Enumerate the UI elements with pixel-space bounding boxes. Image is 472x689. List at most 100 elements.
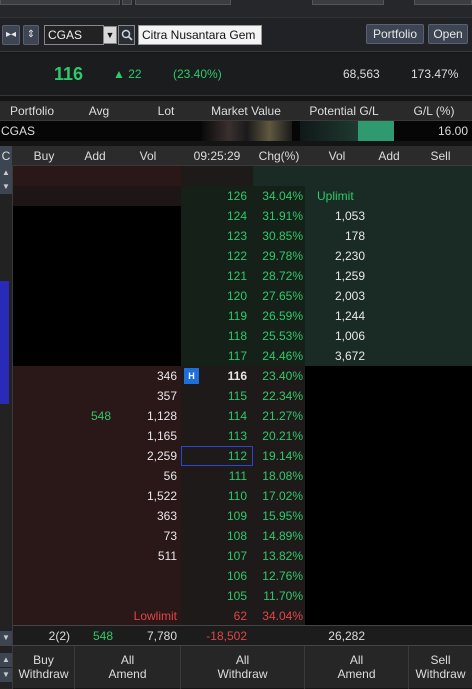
price-change: ▲ 22 xyxy=(113,67,142,81)
ask-cell xyxy=(409,166,472,186)
ask-vol-cell xyxy=(305,366,369,386)
portfolio-button[interactable]: Portfolio xyxy=(366,24,424,44)
btn-line: Withdraw xyxy=(415,667,466,681)
ask-vol-cell: 2,003 xyxy=(305,286,369,306)
pct-value: 173.47% xyxy=(411,67,459,81)
price-cell[interactable]: 119 xyxy=(181,306,253,326)
all-amend-buy-button[interactable]: All Amend xyxy=(75,646,181,689)
book-row[interactable]: 73 108 14.89% xyxy=(13,526,472,546)
open-button[interactable]: Open xyxy=(428,24,468,44)
buy-withdraw-button[interactable]: Buy Withdraw xyxy=(13,646,75,689)
chevron-down-icon[interactable]: ▼ xyxy=(103,26,117,44)
price-cell[interactable]: 105 xyxy=(181,586,253,606)
col-sell: Sell xyxy=(430,149,451,163)
col-portfolio: Portfolio xyxy=(9,104,55,118)
scroll-bottom-icon[interactable]: ▼ xyxy=(0,631,12,645)
book-row[interactable]: 363 109 15.95% xyxy=(13,506,472,526)
book-row[interactable]: 126 34.04% Uplimit xyxy=(13,186,472,206)
price-cell[interactable]: 62 xyxy=(181,606,253,626)
book-row[interactable]: 56 111 18.08% xyxy=(13,466,472,486)
ask-add-cell xyxy=(369,246,409,266)
price-cell[interactable]: 120 xyxy=(181,286,253,306)
action-bar: ▲ ▼ Buy Withdraw All Amend All Withdraw All… xyxy=(0,645,472,689)
price-cell[interactable]: 122 xyxy=(181,246,253,266)
price-cell[interactable]: 110 xyxy=(181,486,253,506)
book-row[interactable]: 511 107 13.82% xyxy=(13,546,472,566)
top-field-4[interactable] xyxy=(312,0,384,5)
portfolio-row[interactable]: CGAS 16.00 xyxy=(0,121,472,141)
price-cell[interactable]: 118 xyxy=(181,326,253,346)
price-cell[interactable]: 114 xyxy=(181,406,253,426)
top-field-5[interactable] xyxy=(414,0,472,5)
ask-vol-cell xyxy=(305,426,369,446)
add-cell xyxy=(75,466,115,486)
book-row[interactable]: 117 24.46% 3,672 xyxy=(13,346,472,366)
top-field-3[interactable] xyxy=(135,0,231,5)
all-amend-sell-button[interactable]: All Amend xyxy=(305,646,409,689)
buy-cell xyxy=(13,566,75,586)
price-cell[interactable]: 115 xyxy=(181,386,253,406)
ask-add-cell xyxy=(369,186,409,206)
scroll-up-icon-2[interactable]: ▲ xyxy=(0,653,12,667)
chg-cell: 28.72% xyxy=(253,266,305,286)
add-cell xyxy=(75,246,115,266)
price-cell[interactable]: 106 xyxy=(181,566,253,586)
sell-withdraw-button[interactable]: Sell Withdraw xyxy=(409,646,472,689)
bid-vol-cell xyxy=(115,306,181,326)
book-row[interactable]: 123 30.85% 178 xyxy=(13,226,472,246)
bid-vol-cell: 1,522 xyxy=(115,486,181,506)
updown-icon[interactable]: ⇕ xyxy=(23,25,39,45)
company-name-field[interactable]: Citra Nusantara Gem xyxy=(138,25,262,45)
c-button[interactable]: C xyxy=(0,146,12,166)
price-cell[interactable]: 124 xyxy=(181,206,253,226)
scroll-thumb[interactable] xyxy=(0,281,9,404)
ask-vol-cell xyxy=(305,506,369,526)
potential-redacted xyxy=(300,121,358,141)
sell-cell xyxy=(409,546,472,566)
book-row[interactable]: 121 28.72% 1,259 xyxy=(13,266,472,286)
price-cell[interactable]: 126 xyxy=(181,186,253,206)
symbol-input[interactable]: CGAS xyxy=(44,25,104,45)
price-cell[interactable]: 113 xyxy=(181,426,253,446)
book-row[interactable]: 2,259 112 19.14% xyxy=(13,446,472,466)
scrollbar[interactable]: ▲ ▼ ▼ xyxy=(0,166,13,645)
scroll-down-icon[interactable]: ▼ xyxy=(0,180,12,194)
all-withdraw-button[interactable]: All Withdraw xyxy=(181,646,305,689)
book-row[interactable]: 122 29.78% 2,230 xyxy=(13,246,472,266)
ask-vol-cell xyxy=(305,526,369,546)
book-row[interactable]: 120 27.65% 2,003 xyxy=(13,286,472,306)
price-cell[interactable]: 121 xyxy=(181,266,253,286)
chg-cell: 18.08% xyxy=(253,466,305,486)
link-icon[interactable]: ▸◂ xyxy=(2,25,20,45)
book-row[interactable]: 124 31.91% 1,053 xyxy=(13,206,472,226)
scroll-down-icon-2[interactable]: ▼ xyxy=(0,668,12,682)
book-row[interactable]: 346 116 H 23.40% xyxy=(13,366,472,386)
sell-cell xyxy=(409,266,472,286)
price-cell[interactable]: 107 xyxy=(181,546,253,566)
bid-vol-cell xyxy=(115,186,181,206)
totals-row: 2(2) 548 7,780 -18,502 26,282 xyxy=(13,625,472,645)
ask-add-cell xyxy=(369,366,409,386)
price-cell[interactable]: 117 xyxy=(181,346,253,366)
search-icon[interactable] xyxy=(118,25,135,45)
top-field-1[interactable] xyxy=(0,0,120,5)
chg-cell: 31.91% xyxy=(253,206,305,226)
book-row[interactable]: 106 12.76% xyxy=(13,566,472,586)
book-row[interactable]: 1,165 113 20.21% xyxy=(13,426,472,446)
price-cell[interactable]: 111 xyxy=(181,466,253,486)
add-cell xyxy=(75,366,115,386)
book-row[interactable]: 118 25.53% 1,006 xyxy=(13,326,472,346)
book-row[interactable]: 357 115 22.34% xyxy=(13,386,472,406)
book-row[interactable]: 119 26.59% 1,244 xyxy=(13,306,472,326)
book-row[interactable]: 1,522 110 17.02% xyxy=(13,486,472,506)
book-row[interactable]: 548 1,128 114 21.27% xyxy=(13,406,472,426)
chg-cell: 34.04% xyxy=(253,186,305,206)
book-row[interactable]: Lowlimit 62 34.04% xyxy=(13,606,472,626)
price-cell[interactable]: 123 xyxy=(181,226,253,246)
book-row[interactable]: 105 11.70% xyxy=(13,586,472,606)
top-field-2[interactable] xyxy=(122,0,132,5)
price-cell[interactable]: 109 xyxy=(181,506,253,526)
scroll-up-icon[interactable]: ▲ xyxy=(0,166,12,180)
total-vol: 7,780 xyxy=(146,629,177,643)
price-cell[interactable]: 108 xyxy=(181,526,253,546)
